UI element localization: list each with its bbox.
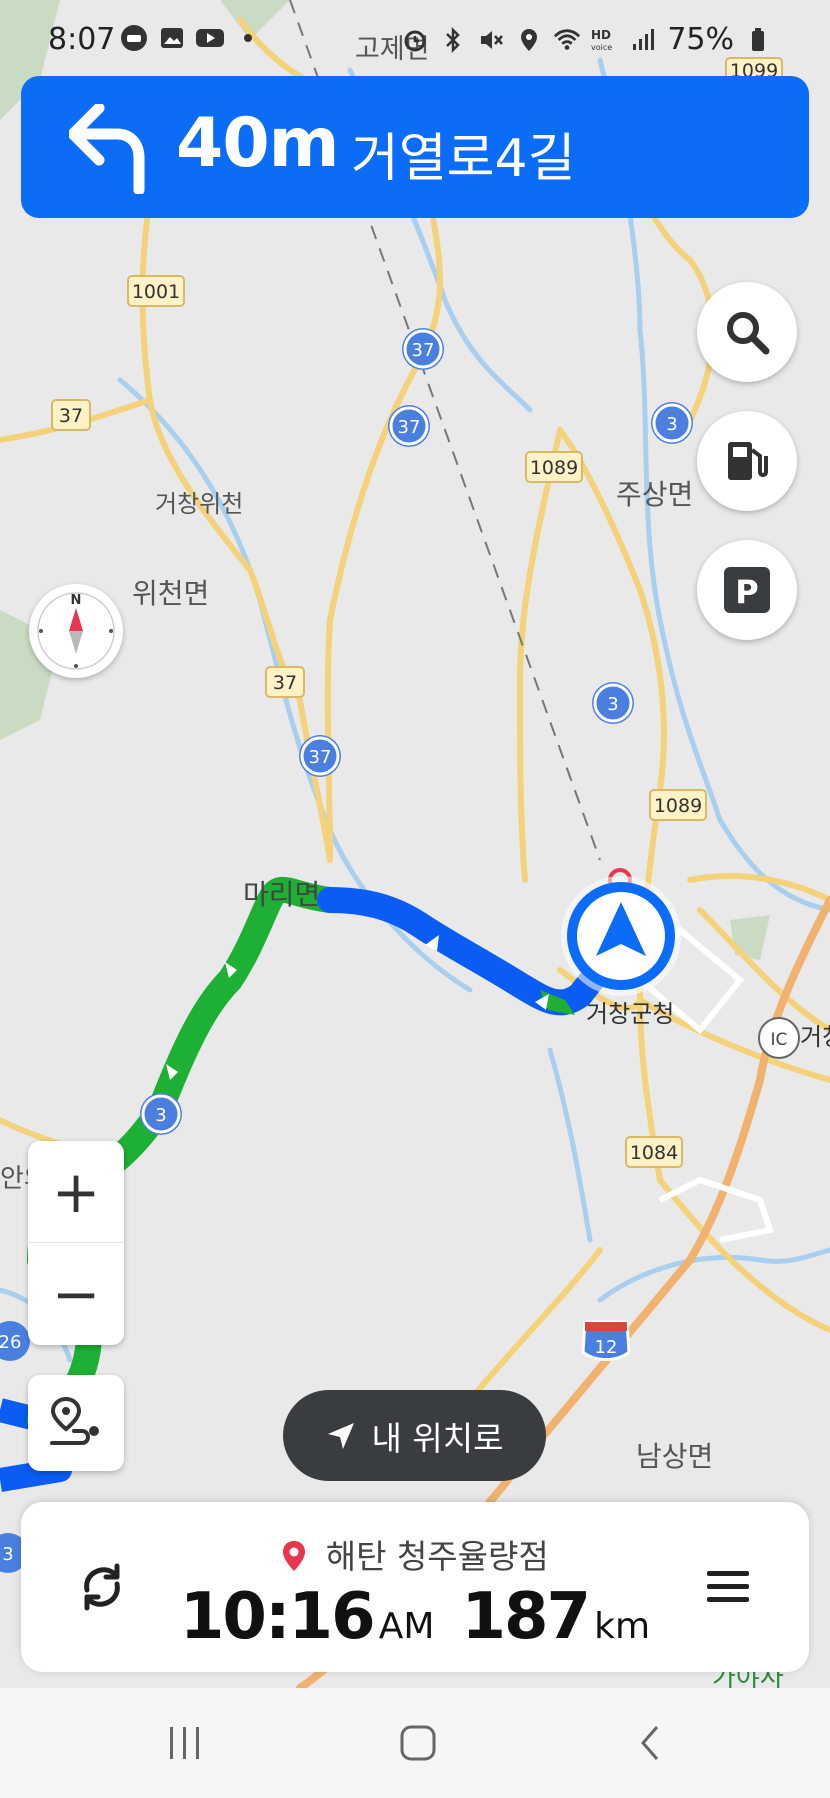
image-icon — [158, 24, 186, 52]
home-icon — [400, 1725, 436, 1761]
zoom-out-button[interactable]: − — [28, 1243, 124, 1344]
search-button[interactable] — [697, 282, 797, 382]
svg-text:37: 37 — [398, 417, 421, 438]
svg-text:거창: 거창 — [800, 1023, 830, 1051]
svg-text:3: 3 — [155, 1105, 166, 1126]
destination-name: 해탄 청주율량점 — [325, 1537, 549, 1576]
parking-button[interactable]: P — [697, 540, 797, 640]
hamburger-menu-icon — [707, 1571, 749, 1602]
wifi-icon — [553, 26, 581, 54]
svg-text:마리면: 마리면 — [243, 878, 320, 911]
svg-text:P: P — [735, 573, 758, 611]
zoom-controls: + − — [28, 1141, 124, 1345]
my-location-button[interactable]: 내 위치로 — [283, 1390, 546, 1481]
compass-button[interactable]: N — [29, 584, 123, 678]
youtube-icon — [196, 24, 224, 52]
destination-row[interactable]: 해탄 청주율량점 — [21, 1530, 809, 1578]
trip-summary-card: 해탄 청주율량점 10:16 AM 187 km — [21, 1502, 809, 1672]
svg-text:3: 3 — [607, 694, 618, 715]
fuel-icon — [728, 442, 768, 480]
svg-text:37: 37 — [59, 405, 83, 427]
system-navigation-bar — [0, 1688, 830, 1798]
svg-text:남상면: 남상면 — [636, 1440, 713, 1473]
svg-text:1089: 1089 — [654, 795, 702, 817]
svg-text:위천면: 위천면 — [132, 577, 209, 610]
turn-left-arrow-icon — [69, 104, 145, 194]
location-arrow-icon — [327, 1422, 354, 1449]
svg-text:3: 3 — [2, 1544, 13, 1565]
svg-text:3: 3 — [666, 414, 677, 435]
svg-text:37: 37 — [309, 747, 332, 768]
eta-ampm: AM — [378, 1606, 435, 1647]
battery-percent: 75% — [667, 22, 734, 57]
svg-text:26: 26 — [0, 1332, 21, 1353]
eta-row: 10:16 AM 187 km — [21, 1580, 809, 1654]
mute-icon — [477, 26, 505, 54]
status-time: 8:07 — [48, 22, 116, 57]
svg-text:1084: 1084 — [630, 1142, 678, 1164]
back-icon — [641, 1726, 659, 1760]
fuel-station-button[interactable] — [697, 411, 797, 511]
destination-pin-icon — [283, 1541, 306, 1571]
svg-text:N: N — [71, 593, 82, 608]
recent-apps-icon — [170, 1727, 199, 1759]
route-icon — [50, 1396, 99, 1445]
bluetooth-icon — [439, 26, 467, 54]
compass-icon: N — [37, 592, 115, 670]
svg-text:거창위천: 거창위천 — [155, 490, 243, 518]
turn-distance: 40m — [176, 104, 339, 183]
battery-icon — [744, 26, 772, 54]
location-icon — [515, 26, 543, 54]
parking-icon: P — [724, 567, 770, 613]
svg-text:37: 37 — [412, 340, 435, 361]
hd-voice-icon: HD voice — [591, 26, 619, 54]
menu-button[interactable] — [695, 1554, 761, 1620]
back-button[interactable] — [621, 1718, 681, 1768]
distance-unit: km — [594, 1606, 651, 1647]
status-bar: 8:07 HD voice 75% — [0, 0, 830, 78]
my-location-label: 내 위치로 — [371, 1418, 504, 1458]
svg-text:거창군청: 거창군청 — [586, 1000, 674, 1028]
car-icon — [120, 24, 148, 52]
eta-time: 10:16 — [179, 1580, 376, 1654]
remaining-distance: 187 — [461, 1580, 591, 1654]
svg-text:주상면: 주상면 — [616, 478, 693, 511]
home-button[interactable] — [388, 1718, 448, 1768]
search-icon — [727, 312, 770, 355]
turn-street-name: 거열로4길 — [351, 129, 576, 189]
road-shield: 1001 — [127, 275, 185, 307]
svg-text:HD: HD — [591, 28, 611, 42]
turn-instruction-banner[interactable]: 40m 거열로4길 — [21, 76, 809, 218]
svg-text:12: 12 — [595, 1337, 618, 1358]
svg-text:voice: voice — [591, 43, 612, 52]
route-overview-button[interactable] — [28, 1375, 124, 1471]
dot-icon — [234, 24, 262, 52]
svg-text:37: 37 — [273, 672, 297, 694]
alarm-icon — [401, 26, 429, 54]
svg-text:1001: 1001 — [132, 281, 180, 303]
svg-text:1089: 1089 — [530, 457, 578, 479]
recent-apps-button[interactable] — [155, 1718, 215, 1768]
svg-text:IC: IC — [771, 1030, 788, 1050]
zoom-in-button[interactable]: + — [28, 1141, 124, 1242]
signal-icon — [629, 26, 657, 54]
